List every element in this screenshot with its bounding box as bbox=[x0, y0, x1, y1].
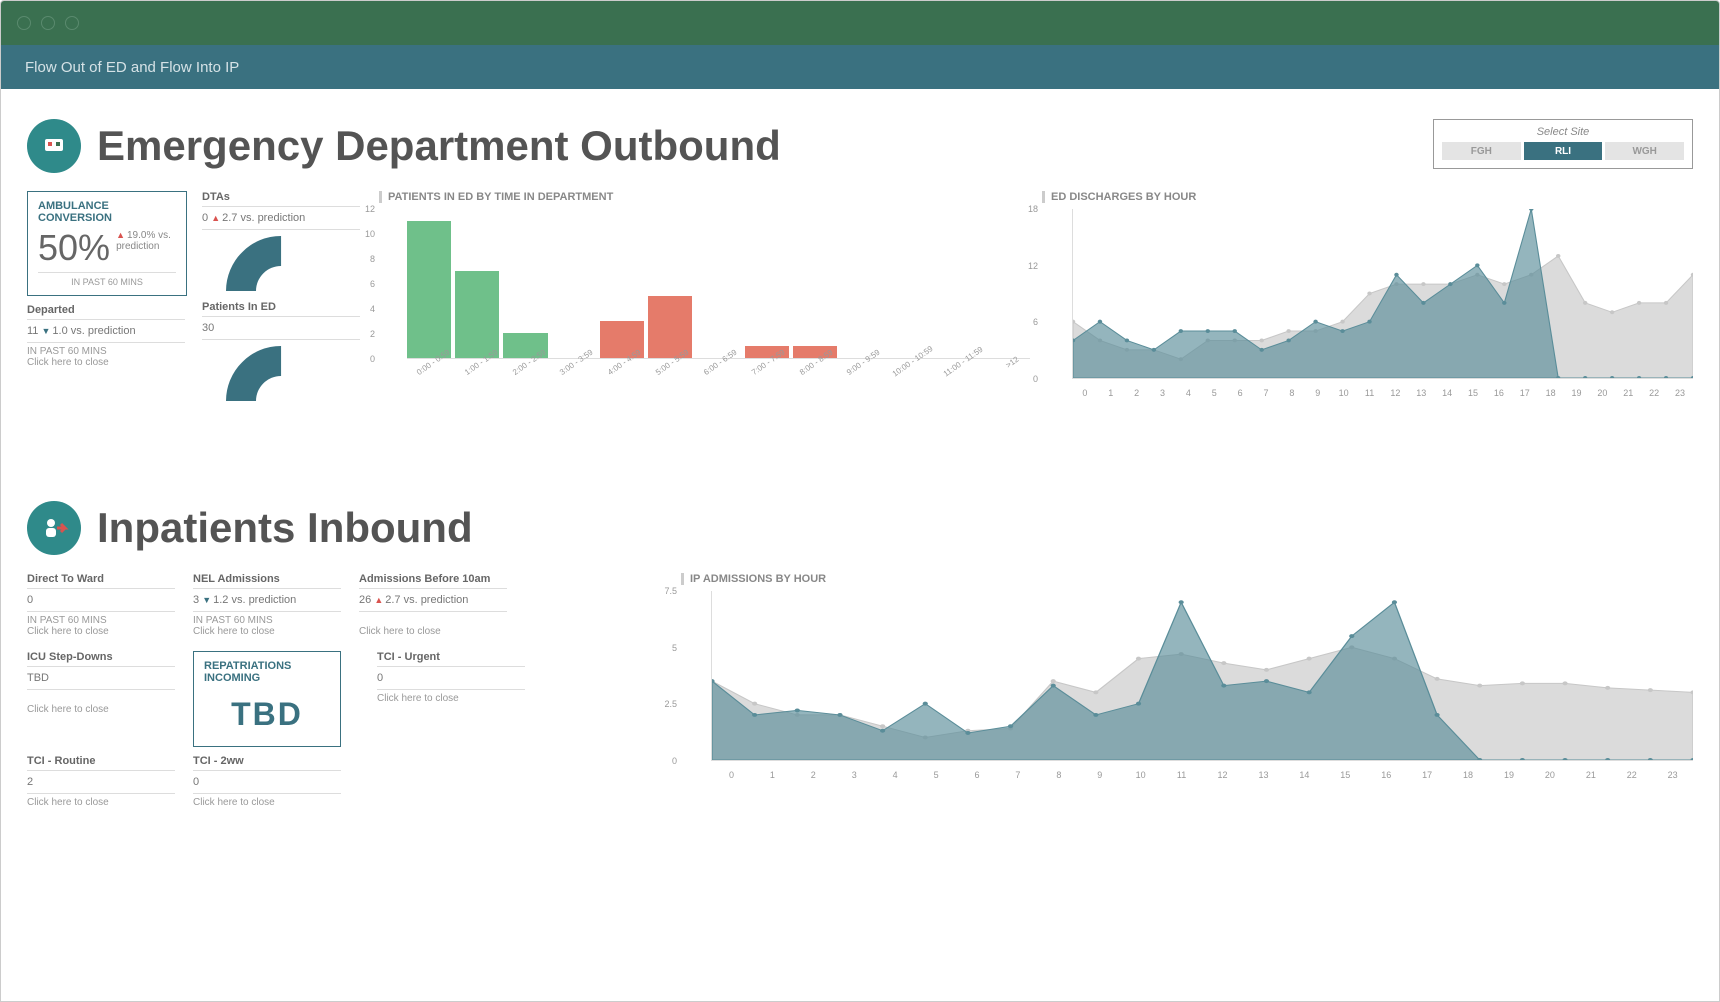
nel-admissions-kpi[interactable]: NEL Admissions 3 1.2 vs. prediction IN P… bbox=[193, 573, 341, 637]
site-button-rli[interactable]: RLI bbox=[1524, 142, 1603, 160]
chart-ed-discharges: ED DISCHARGES BY HOUR 061218 01234567891… bbox=[1042, 191, 1693, 409]
admissions-before-10am-kpi[interactable]: Admissions Before 10am 26 2.7 vs. predic… bbox=[359, 573, 507, 637]
window-titlebar bbox=[1, 1, 1719, 45]
close-icon[interactable] bbox=[17, 16, 31, 30]
section-ed-title: Emergency Department Outbound bbox=[97, 122, 781, 170]
site-label: Select Site bbox=[1442, 126, 1684, 138]
minimize-icon[interactable] bbox=[41, 16, 55, 30]
ed-outbound-icon bbox=[27, 119, 81, 173]
site-selector: Select Site FGHRLIWGH bbox=[1433, 119, 1693, 169]
patients-in-ed-kpi[interactable]: Patients In ED 30 bbox=[202, 301, 360, 401]
site-button-wgh[interactable]: WGH bbox=[1605, 142, 1684, 160]
chart-ip-admissions: IP ADMISSIONS BY HOUR 02.557.5 012345678… bbox=[681, 573, 1693, 822]
icu-stepdowns-kpi[interactable]: ICU Step-Downs TBD Click here to close bbox=[27, 651, 175, 741]
ambulance-conversion-kpi[interactable]: AMBULANCE CONVERSION 50% 19.0% vs. predi… bbox=[27, 191, 187, 296]
app-window: Flow Out of ED and Flow Into IP Emergenc… bbox=[0, 0, 1720, 1002]
chart-ed-time: PATIENTS IN ED BY TIME IN DEPARTMENT 024… bbox=[379, 191, 1030, 389]
section-ip-title: Inpatients Inbound bbox=[97, 504, 473, 552]
direct-to-ward-kpi[interactable]: Direct To Ward 0 IN PAST 60 MINS Click h… bbox=[27, 573, 175, 637]
tci-urgent-kpi[interactable]: TCI - Urgent 0 Click here to close bbox=[377, 651, 525, 741]
dtas-gauge-icon bbox=[226, 236, 336, 291]
tci-routine-kpi[interactable]: TCI - Routine 2 Click here to close bbox=[27, 755, 175, 808]
bar-0 bbox=[407, 221, 451, 359]
departed-kpi[interactable]: Departed 11 1.0 vs. prediction IN PAST 6… bbox=[27, 304, 185, 368]
page-header: Flow Out of ED and Flow Into IP bbox=[1, 45, 1719, 89]
page-title: Flow Out of ED and Flow Into IP bbox=[25, 59, 239, 76]
site-button-fgh[interactable]: FGH bbox=[1442, 142, 1521, 160]
patients-gauge-icon bbox=[226, 346, 336, 401]
section-ip-head: Inpatients Inbound bbox=[27, 501, 1693, 555]
repatriations-incoming-kpi[interactable]: REPATRIATIONS INCOMING TBD bbox=[193, 651, 341, 747]
tci-2ww-kpi[interactable]: TCI - 2ww 0 Click here to close bbox=[193, 755, 341, 808]
ip-inbound-icon bbox=[27, 501, 81, 555]
section-ed-head: Emergency Department Outbound Select Sit… bbox=[27, 119, 1693, 173]
dtas-kpi[interactable]: DTAs 0 2.7 vs. prediction bbox=[202, 191, 360, 291]
maximize-icon[interactable] bbox=[65, 16, 79, 30]
